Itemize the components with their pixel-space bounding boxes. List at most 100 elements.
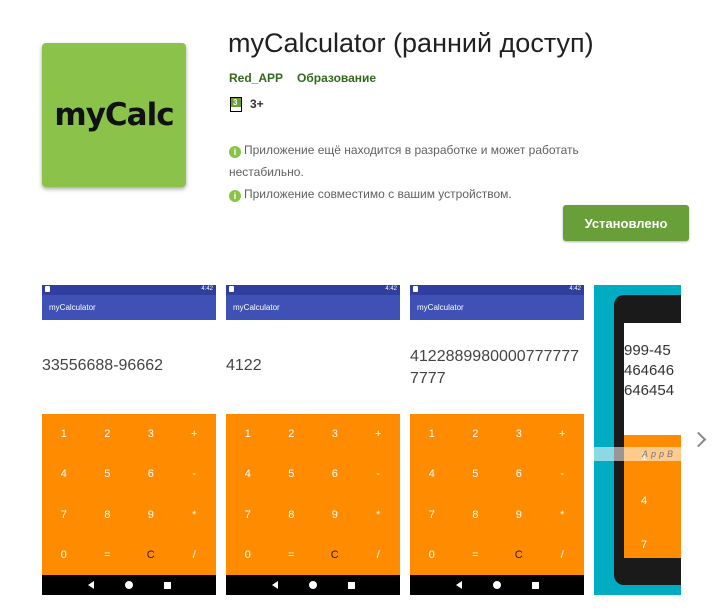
screenshot-4[interactable]: 999-45 464646 646454 1 4 7 [594, 285, 681, 595]
key-7: 7 [60, 508, 67, 521]
key-divide: / [192, 548, 196, 561]
status-bar: 4:42 [410, 285, 584, 295]
app-bar-title: myCalculator [42, 295, 216, 320]
chevron-right-icon[interactable] [692, 430, 706, 450]
screenshot-2[interactable]: 4:42 myCalculator 4122 1 2 3 + 4 5 6 - 7… [226, 285, 400, 595]
sim-icon [45, 286, 50, 292]
tablet-display: 999-45 464646 646454 [624, 341, 674, 401]
key-3: 3 [331, 428, 338, 441]
key-4: 4 [244, 468, 251, 481]
key-equals: = [104, 548, 111, 561]
key-plus: + [559, 428, 566, 441]
home-icon [308, 581, 317, 589]
tablet-display-line: 464646 [624, 362, 675, 379]
tablet-display-line: 646454 [624, 382, 675, 399]
nav-bar [42, 575, 216, 595]
early-access-notice: i Приложение ещё находится в разработке и… [229, 139, 629, 183]
key-2: 2 [472, 428, 479, 441]
status-time: 4:42 [201, 286, 213, 292]
status-bar: 4:42 [226, 285, 400, 295]
key-7: 7 [244, 508, 251, 521]
key-7: 7 [428, 508, 435, 521]
screenshot-3[interactable]: 4:42 myCalculator 4122889980000777777777… [410, 285, 584, 595]
display-value: 33556688-96662 [42, 357, 164, 374]
key-6: 6 [147, 468, 154, 481]
key-clear: C [330, 548, 339, 561]
installed-button[interactable]: Установлено [563, 205, 689, 241]
key-0: 0 [244, 548, 251, 561]
tablet-screen: 999-45 464646 646454 1 4 7 [624, 323, 681, 558]
display-value: 41228899800007777777777 [410, 348, 580, 387]
key-minus: - [560, 468, 565, 481]
content-rating-icon: 3 [230, 97, 242, 112]
key-divide: / [376, 548, 380, 561]
key-divide: / [560, 548, 564, 561]
app-icon: myCalc [42, 43, 186, 187]
keypad: 1 2 3 + 4 5 6 - 7 8 9 * 0 = C / [410, 414, 584, 575]
display-value: 4122 [226, 357, 262, 374]
app-title: myCalculator (ранний доступ) [228, 28, 594, 58]
key-minus: - [192, 468, 197, 481]
screenshot-1[interactable]: 4:42 myCalculator 33556688-96662 1 2 3 +… [42, 285, 216, 595]
back-icon [455, 581, 462, 589]
calculator-display: 4122 [226, 320, 400, 414]
key-multiply: * [376, 508, 381, 521]
tablet-display-line: 999-45 [624, 342, 671, 359]
calculator-display: 41228899800007777777777 [410, 320, 584, 414]
category-link[interactable]: Образование [297, 71, 376, 85]
info-icon: i [229, 146, 241, 158]
key-6: 6 [515, 468, 522, 481]
keypad: 1 2 3 + 4 5 6 - 7 8 9 * 0 = C / [42, 414, 216, 575]
key-9: 9 [147, 508, 154, 521]
key-5: 5 [288, 468, 295, 481]
developer-link[interactable]: Red_APP [229, 71, 283, 85]
key-5: 5 [472, 468, 479, 481]
back-icon [271, 581, 278, 589]
key-4: 4 [60, 468, 67, 481]
calculator-display: 33556688-96662 [42, 320, 216, 414]
key-equals: = [288, 548, 295, 561]
nav-bar [226, 575, 400, 595]
key-multiply: * [192, 508, 197, 521]
status-time: 4:42 [569, 286, 581, 292]
nav-bar [410, 575, 584, 595]
early-access-notice-text: Приложение ещё находится в разработке и … [229, 143, 579, 179]
key-clear: C [514, 548, 523, 561]
key-9: 9 [331, 508, 338, 521]
content-rating: 3+ [250, 97, 264, 111]
keypad: 1 2 3 + 4 5 6 - 7 8 9 * 0 = C / [226, 414, 400, 575]
home-icon [492, 581, 501, 589]
key-1: 1 [244, 428, 251, 441]
watermark: AppB [594, 447, 681, 461]
tablet-frame: 999-45 464646 646454 1 4 7 [614, 295, 681, 585]
content-rating-badge-text: 3 [233, 98, 238, 107]
key-6: 6 [331, 468, 338, 481]
status-bar: 4:42 [42, 285, 216, 295]
key-plus: + [191, 428, 198, 441]
key-8: 8 [104, 508, 111, 521]
key-equals: = [472, 548, 479, 561]
key-clear: C [146, 548, 155, 561]
compatibility-notice-text: Приложение совместимо с вашим устройство… [244, 187, 512, 201]
back-icon [87, 581, 94, 589]
key-0: 0 [60, 548, 67, 561]
key-minus: - [376, 468, 381, 481]
key-2: 2 [104, 428, 111, 441]
home-icon [124, 581, 133, 589]
app-bar-title: myCalculator [410, 295, 584, 320]
app-bar-title: myCalculator [226, 295, 400, 320]
key-8: 8 [472, 508, 479, 521]
sim-icon [229, 286, 234, 292]
key-7: 7 [641, 539, 648, 551]
recents-icon [163, 581, 171, 589]
sim-icon [413, 286, 418, 292]
key-4: 4 [641, 495, 648, 507]
recents-icon [531, 581, 539, 589]
key-9: 9 [515, 508, 522, 521]
key-multiply: * [560, 508, 565, 521]
recents-icon [347, 581, 355, 589]
compatibility-notice: i Приложение совместимо с вашим устройств… [229, 183, 629, 205]
key-4: 4 [428, 468, 435, 481]
key-2: 2 [288, 428, 295, 441]
info-icon: i [229, 190, 241, 202]
